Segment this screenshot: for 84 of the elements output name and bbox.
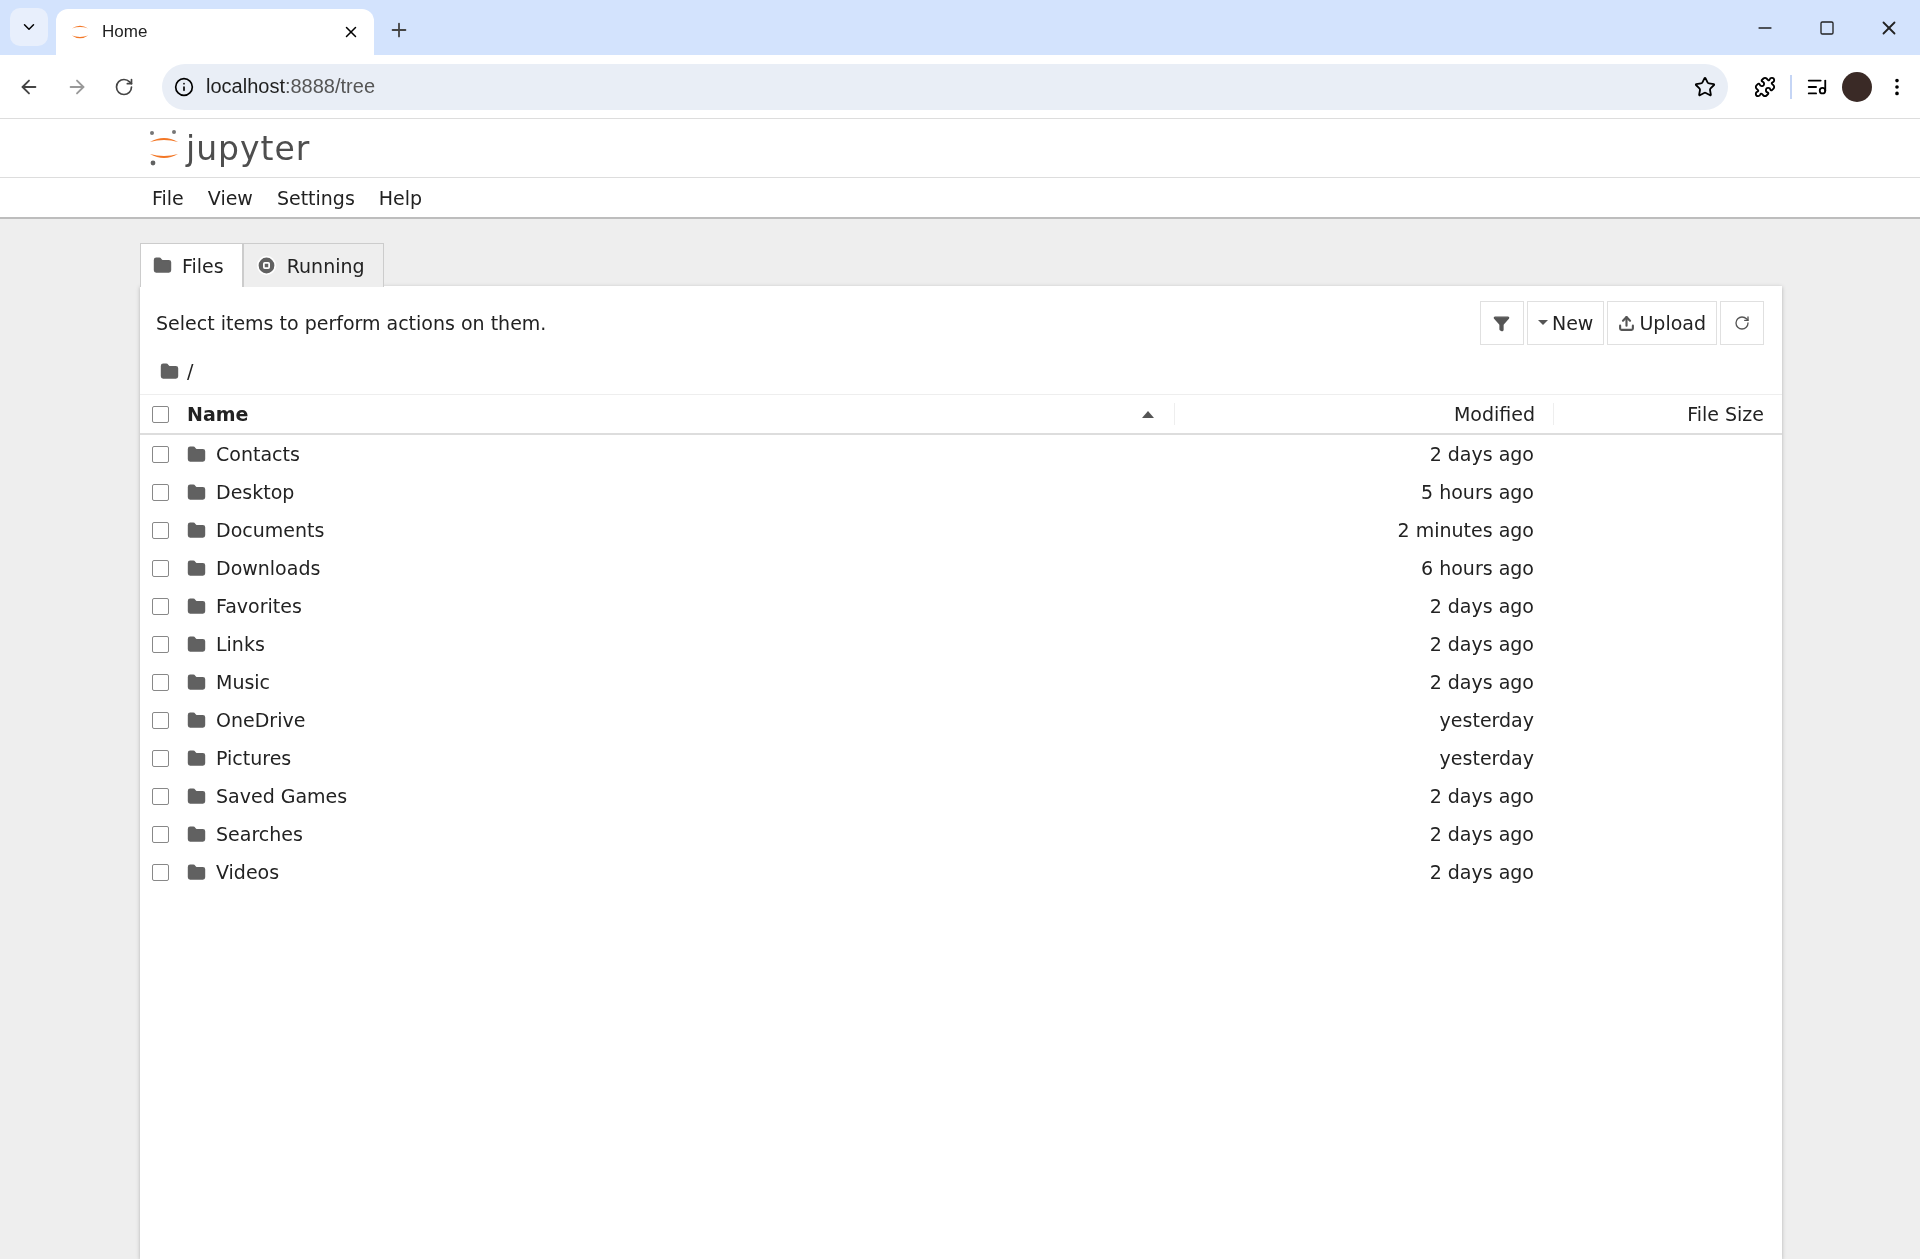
file-name[interactable]: Saved Games [216,785,348,807]
modified-time: 2 days ago [1428,671,1535,693]
refresh-button[interactable] [1720,301,1764,345]
folder-icon [187,824,206,844]
filter-button[interactable] [1479,301,1524,345]
tab[interactable]: Running [242,243,384,287]
file-name[interactable]: Music [216,671,271,693]
menu-item[interactable]: File [142,182,194,213]
folder-icon [187,558,206,578]
stop-circle-icon [255,255,277,276]
checkbox[interactable] [152,825,169,843]
file-name[interactable]: Downloads [216,557,321,579]
checkbox[interactable] [152,635,169,653]
checkbox[interactable] [152,483,169,501]
column-header[interactable]: File Size [1553,403,1782,425]
column-header[interactable]: Modified [1174,403,1553,425]
file-name[interactable]: Searches [216,823,303,845]
file-name[interactable]: Links [216,633,265,655]
address-bar[interactable]: localhost:8888/tree [162,63,1728,110]
modified-time: 5 hours ago [1420,481,1535,503]
folder-icon [187,748,206,768]
checkbox[interactable] [152,405,169,423]
modified-time: yesterday [1438,709,1535,731]
file-name[interactable]: Documents [216,519,325,541]
modified-time: 2 days ago [1428,595,1535,617]
file-name[interactable]: Favorites [216,595,302,617]
checkbox[interactable] [152,787,169,805]
modified-time: 2 days ago [1428,785,1535,807]
modified-time: yesterday [1438,747,1535,769]
folder-icon[interactable] [160,361,179,381]
folder-icon [187,482,206,502]
folder-icon [187,710,206,730]
column-header[interactable]: Name [187,403,1132,425]
modified-time: 2 days ago [1428,823,1535,845]
folder-icon [187,634,206,654]
folder-icon [153,256,172,275]
upload-icon [1618,314,1636,332]
checkbox[interactable] [152,863,169,881]
file-name[interactable]: Videos [216,861,280,883]
menu-item[interactable]: Help [368,182,433,213]
puzzle-icon[interactable] [1754,75,1776,98]
folder-icon [187,672,206,692]
folder-icon [187,520,206,540]
logo-icon [148,129,180,167]
file-name[interactable]: Contacts [216,443,300,465]
file-name[interactable]: Desktop [216,481,295,503]
reload-icon[interactable] [114,76,134,97]
menu-item[interactable]: Settings [266,182,365,213]
modified-time: 2 minutes ago [1396,519,1535,541]
menu-item[interactable]: View [197,182,263,213]
checkbox[interactable] [152,559,169,577]
browser-tab[interactable]: Home [56,9,374,55]
checkbox[interactable] [152,749,169,767]
logo-text: jupyter [186,128,311,168]
breadcrumb[interactable]: / [187,360,194,382]
sort-ascending-icon[interactable] [1142,410,1154,418]
folder-icon [187,444,206,464]
folder-icon [187,786,206,806]
refresh-icon [1734,315,1750,331]
url-text: localhost:8888/tree [206,75,376,98]
folder-icon [187,862,206,882]
hint-text: Select items to perform actions on them. [156,312,548,334]
tab-title: Home [102,22,149,42]
checkbox[interactable] [152,711,169,729]
modified-time: 2 days ago [1428,443,1535,465]
modified-time: 2 days ago [1428,633,1535,655]
tab[interactable]: Files [140,243,243,287]
checkbox[interactable] [152,445,169,463]
modified-time: 2 days ago [1428,861,1535,883]
star-icon[interactable] [1694,75,1716,98]
file-name[interactable]: Pictures [216,747,292,769]
modified-time: 6 hours ago [1420,557,1535,579]
checkbox[interactable] [152,673,169,691]
filter-icon [1493,314,1511,332]
maximize-icon[interactable] [1819,19,1835,36]
upload-button[interactable]: Upload [1607,301,1717,345]
info-icon [174,76,194,97]
avatar[interactable] [1842,71,1872,102]
file-name[interactable]: OneDrive [216,709,306,731]
checkbox[interactable] [152,597,169,615]
checkbox[interactable] [152,521,169,539]
folder-icon [187,596,206,616]
caret-icon [1537,320,1548,326]
new-button[interactable]: New [1526,301,1605,345]
